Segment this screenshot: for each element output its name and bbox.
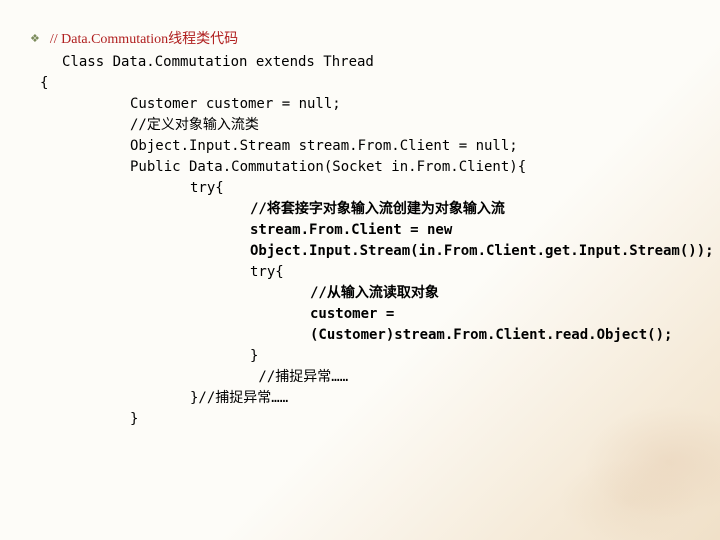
code-line: try{ <box>190 178 690 199</box>
code-line: customer = <box>310 304 690 325</box>
code-comment: //定义对象输入流类 <box>130 115 690 136</box>
code-line: }//捕捉异常…… <box>190 388 690 409</box>
code-line: (Customer)stream.From.Client.read.Object… <box>310 325 690 346</box>
code-line: Object.Input.Stream(in.From.Client.get.I… <box>250 241 690 262</box>
slide-title: // Data.Commutation线程类代码 <box>50 28 238 48</box>
code-line: stream.From.Client = new <box>250 220 690 241</box>
title-row: ❖ // Data.Commutation线程类代码 <box>30 28 690 48</box>
code-line: Customer customer = null; <box>130 94 690 115</box>
class-declaration: Class Data.Commutation extends Thread <box>62 52 690 73</box>
diamond-bullet-icon: ❖ <box>30 32 40 45</box>
code-line: } <box>250 346 690 367</box>
code-comment: //捕捉异常…… <box>250 367 690 388</box>
code-line: Public Data.Commutation(Socket in.From.C… <box>130 157 690 178</box>
slide-content: ❖ // Data.Commutation线程类代码 Class Data.Co… <box>0 0 720 450</box>
code-comment: //将套接字对象输入流创建为对象输入流 <box>250 199 690 220</box>
code-comment: //从输入流读取对象 <box>310 283 690 304</box>
code-line: try{ <box>250 262 690 283</box>
open-brace: { <box>40 73 690 94</box>
close-brace: } <box>130 409 690 430</box>
code-line: Object.Input.Stream stream.From.Client =… <box>130 136 690 157</box>
